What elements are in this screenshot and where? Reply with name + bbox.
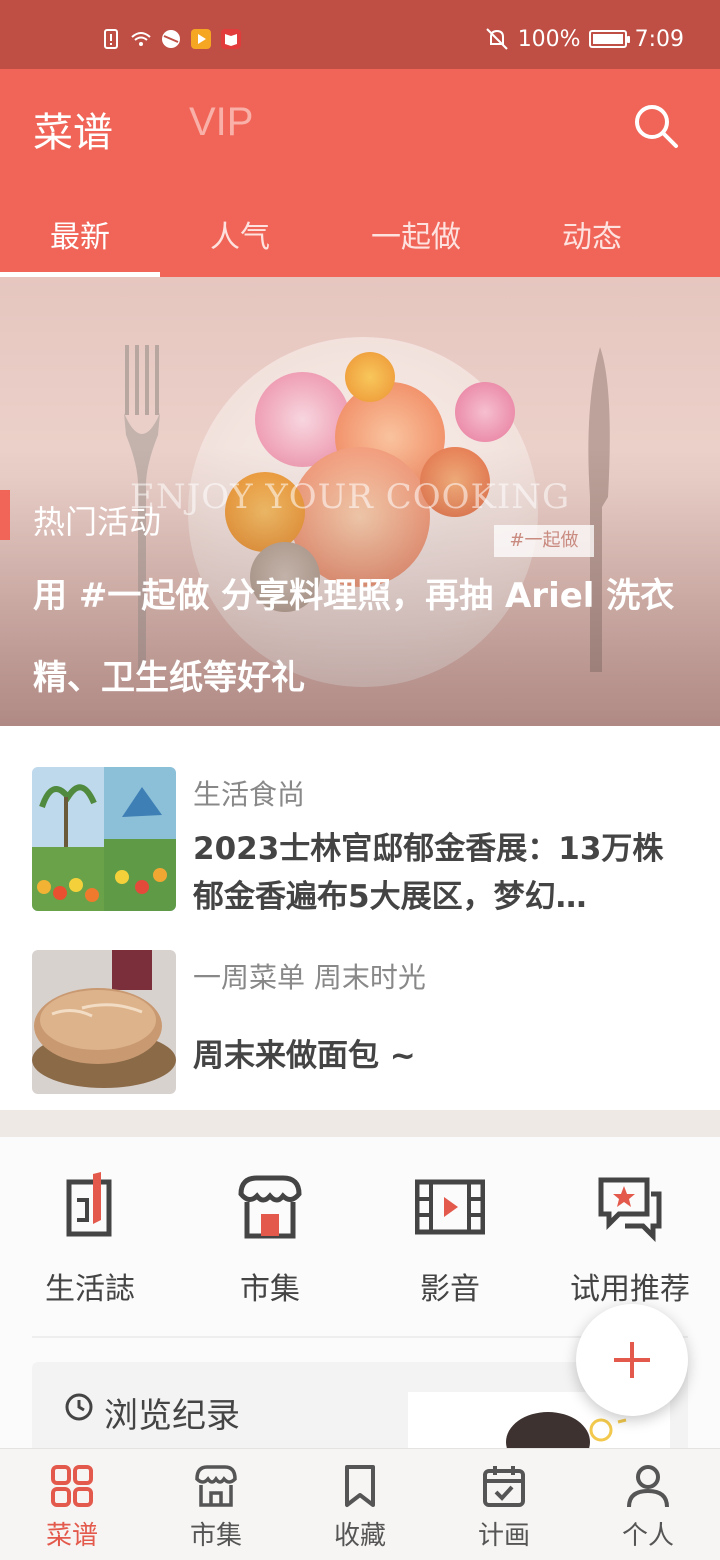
article-category: 一周菜单 周末时光 xyxy=(193,961,426,994)
nav-label: 个人 xyxy=(621,1521,674,1551)
tab-activity[interactable]: 动态 xyxy=(512,212,672,256)
nav-label: 菜谱 xyxy=(45,1521,98,1551)
clock: 7:09 xyxy=(634,26,684,52)
grid-icon xyxy=(51,1465,93,1507)
mute-bell-icon xyxy=(485,28,508,50)
wifi-icon xyxy=(131,32,151,46)
banner-section-label: 热门活动 xyxy=(33,503,162,541)
trial-icon xyxy=(598,1177,662,1242)
article-category: 生活食尚 xyxy=(193,778,306,811)
page-title: 菜谱 xyxy=(33,110,113,156)
banner-image-tag: #一起做 xyxy=(494,525,594,557)
article-card[interactable]: 一周菜单 周末时光 周末来做面包 ~ xyxy=(32,950,692,1094)
battery-icon xyxy=(588,30,630,48)
calendar-icon xyxy=(483,1466,525,1507)
tulip-garden-image xyxy=(32,767,176,911)
nav-label: 收藏 xyxy=(333,1521,386,1551)
nav-market[interactable]: 市集 xyxy=(144,1463,288,1552)
flower-image xyxy=(455,382,515,442)
system-status: 100% 7:09 xyxy=(484,26,684,52)
quick-link-market[interactable]: 市集 xyxy=(180,1170,360,1308)
tab-cook-together[interactable]: 一起做 xyxy=(336,212,496,256)
quick-link-label: 试用推荐 xyxy=(570,1272,690,1307)
search-icon[interactable] xyxy=(630,100,682,152)
article-thumbnail xyxy=(32,950,176,1094)
magazine-icon xyxy=(66,1172,112,1237)
book-app-icon xyxy=(221,29,241,49)
sim-alert-icon xyxy=(104,29,118,49)
section-divider xyxy=(0,1110,720,1137)
quick-link-label: 生活誌 xyxy=(45,1272,135,1307)
article-thumbnail xyxy=(32,767,176,911)
bottom-navigation: 菜谱 市集 收藏 计画 个人 xyxy=(0,1448,720,1560)
bread-image xyxy=(32,950,176,1094)
person-icon xyxy=(627,1465,669,1508)
vip-tab[interactable]: VIP xyxy=(189,100,253,145)
quick-link-magazine[interactable]: 生活誌 xyxy=(0,1170,180,1308)
article-title: 周末来做面包 ~ xyxy=(193,1038,416,1074)
article-title: 2023士林官邸郁金香展：13万株郁金香遍布5大展区，梦幻… xyxy=(193,831,664,915)
tab-latest[interactable]: 最新 xyxy=(0,212,160,256)
section-marker xyxy=(0,490,10,540)
nav-plan[interactable]: 计画 xyxy=(432,1463,576,1552)
bookmark-icon xyxy=(345,1465,375,1507)
flower-image xyxy=(345,352,395,402)
status-bar: 100% 7:09 xyxy=(0,0,720,69)
nav-recipes[interactable]: 菜谱 xyxy=(0,1463,144,1552)
battery-fill xyxy=(592,34,623,44)
category-tabs: 最新 人气 一起做 动态 xyxy=(0,200,720,277)
nav-profile[interactable]: 个人 xyxy=(576,1463,720,1552)
tab-popular[interactable]: 人气 xyxy=(160,212,320,256)
clock-icon xyxy=(65,1393,93,1421)
banner-image-text: ENJOY YOUR COOKING xyxy=(130,477,571,517)
banner-headline[interactable]: 用 #一起做 分享料理照，再抽 Ariel 洗衣精、卫生纸等好礼 xyxy=(33,555,693,719)
video-app-icon xyxy=(191,29,211,49)
browser-icon xyxy=(162,30,180,48)
nav-label: 市集 xyxy=(189,1521,242,1551)
plus-icon xyxy=(614,1342,650,1378)
battery-percent: 100% xyxy=(517,26,581,52)
quick-link-video[interactable]: 影音 xyxy=(360,1170,540,1308)
add-button[interactable] xyxy=(576,1304,688,1416)
quick-link-label: 市集 xyxy=(240,1272,300,1307)
quick-link-label: 影音 xyxy=(420,1272,480,1307)
nav-label: 计画 xyxy=(477,1521,530,1551)
browse-history-label: 浏览纪录 xyxy=(104,1396,240,1436)
quick-link-trial[interactable]: 试用推荐 xyxy=(540,1170,720,1308)
market-icon xyxy=(238,1175,302,1239)
shop-icon xyxy=(195,1465,237,1507)
article-card[interactable]: 生活食尚 2023士林官邸郁金香展：13万株郁金香遍布5大展区，梦幻… xyxy=(32,767,692,915)
video-icon xyxy=(415,1179,485,1235)
nav-favorites[interactable]: 收藏 xyxy=(288,1463,432,1552)
notification-icons xyxy=(100,28,242,50)
